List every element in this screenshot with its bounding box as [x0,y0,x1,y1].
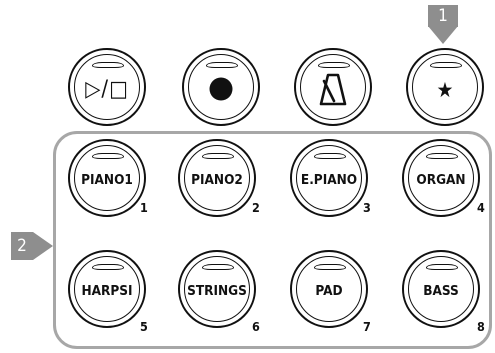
tone-number: 4 [477,200,485,215]
play-stop-icon: ▷/□ [70,50,144,124]
favorite-button[interactable]: ★ [406,48,484,126]
tone-label: BASS [423,282,459,299]
tone-number: 1 [140,200,148,215]
tone-label: PIANO1 [81,171,133,188]
tone-number: 8 [477,319,485,334]
tone-label: PAD [315,282,343,299]
tone-number: 2 [252,200,260,215]
favorite-glyph: ★ [436,77,454,102]
tone-number: 5 [140,319,148,334]
callout-2-marker: 2 [11,232,33,260]
tone-label: E.PIANO [300,171,358,188]
tone-button-organ[interactable]: ORGAN [402,139,480,217]
tone-button-e-piano[interactable]: E.PIANO [290,139,368,217]
play-stop-glyph: ▷/□ [85,76,129,102]
tone-button-bass[interactable]: BASS [402,250,480,328]
record-icon [184,50,258,124]
callout-2-arrow [33,232,53,260]
callout-1-arrow [428,26,458,44]
metronome-icon [296,50,370,124]
tone-button-harpsi[interactable]: HARPSI [68,250,146,328]
tone-label: ORGAN [416,171,466,188]
tone-number: 6 [252,319,260,334]
tone-button-strings[interactable]: STRINGS [178,250,256,328]
metronome-button[interactable] [294,48,372,126]
tone-button-pad[interactable]: PAD [290,250,368,328]
callout-1-number: 1 [438,5,448,26]
tone-label: HARPSI [81,282,133,299]
play-stop-button[interactable]: ▷/□ [68,48,146,126]
tone-label: PIANO2 [191,171,243,188]
tone-button-piano1[interactable]: PIANO1 [68,139,146,217]
record-button[interactable] [182,48,260,126]
tone-label: STRINGS [187,282,247,299]
tone-number: 3 [363,200,371,215]
tone-button-piano2[interactable]: PIANO2 [178,139,256,217]
tone-number: 7 [363,319,371,334]
callout-2-number: 2 [17,236,27,256]
star-icon: ★ [408,50,482,124]
callout-1-marker: 1 [428,5,458,27]
